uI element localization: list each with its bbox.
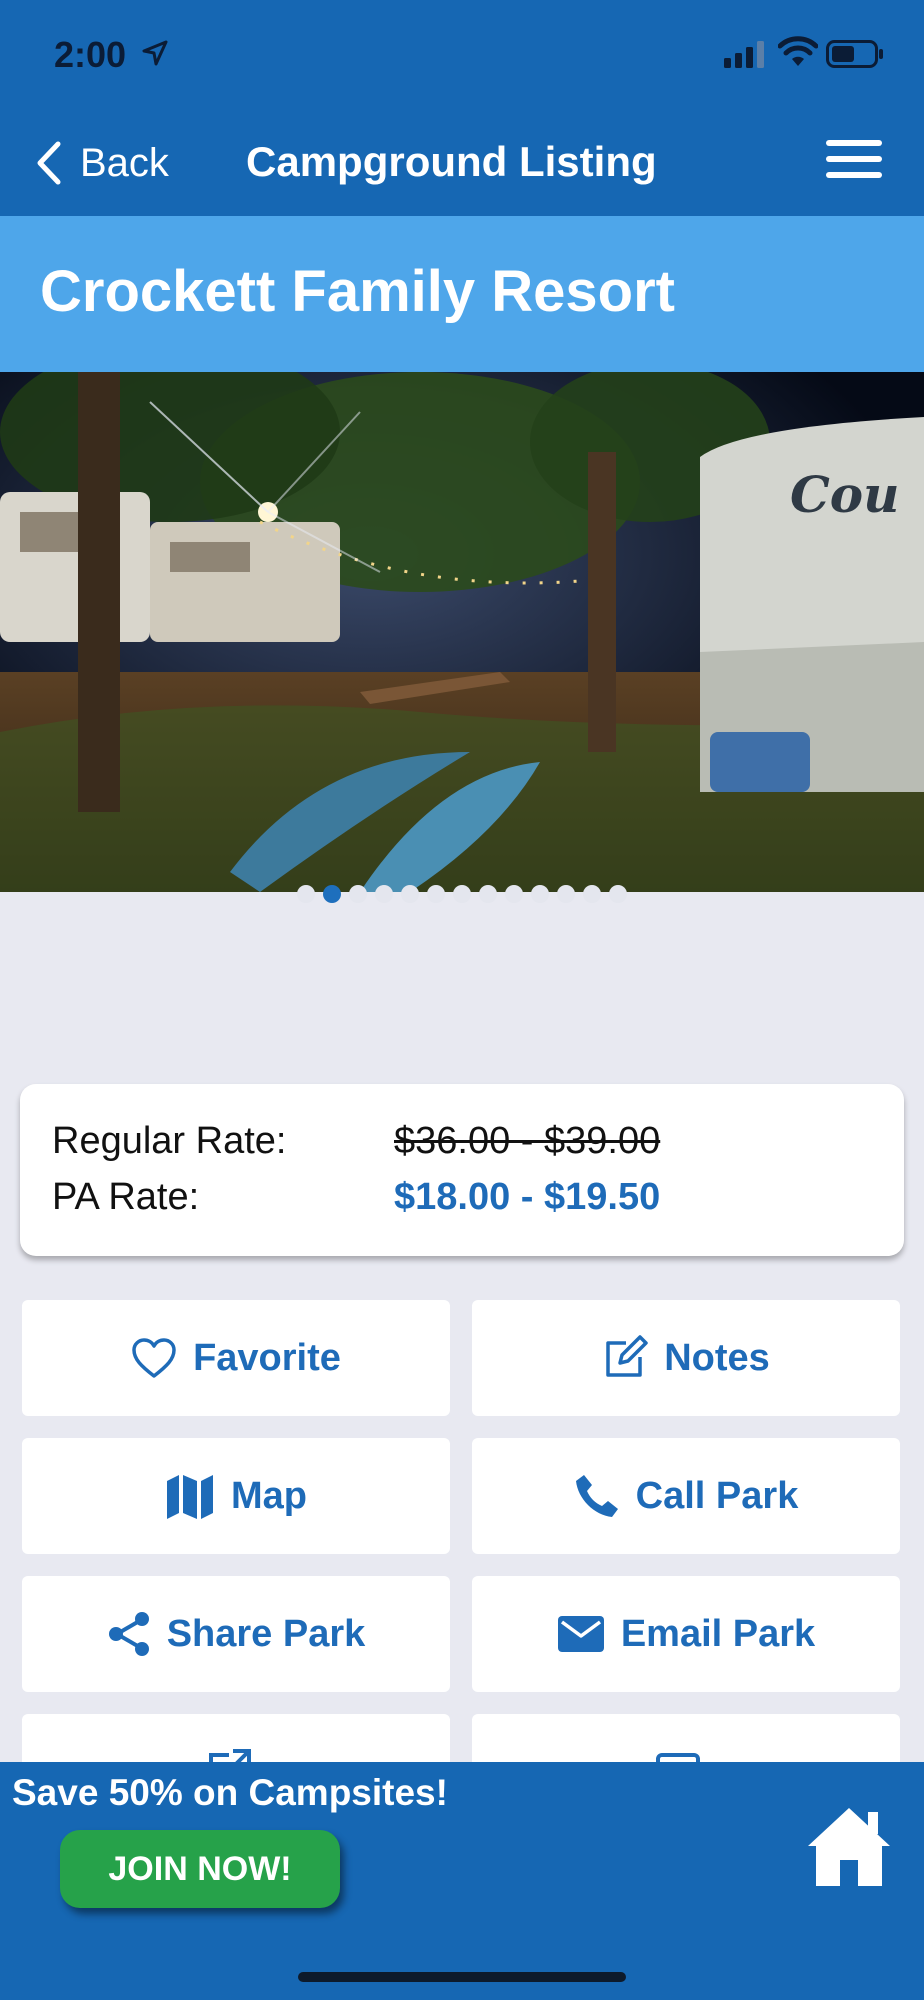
map-button[interactable]: Map — [22, 1438, 450, 1554]
map-label: Map — [231, 1474, 307, 1517]
share-park-label: Share Park — [166, 1612, 366, 1655]
park-header: Crockett Family Resort — [0, 216, 924, 372]
pa-rate-value: $18.00 - $19.50 — [394, 1176, 661, 1218]
menu-button[interactable] — [826, 140, 882, 186]
status-time: 2:00 — [54, 34, 127, 75]
rv-sign-text: Cou — [790, 465, 900, 524]
notes-label: Notes — [664, 1336, 770, 1379]
carousel-dot[interactable] — [427, 885, 445, 903]
carousel-dot[interactable] — [609, 885, 627, 903]
menu-icon — [826, 140, 882, 146]
call-park-label: Call Park — [635, 1474, 799, 1517]
favorite-label: Favorite — [193, 1336, 341, 1379]
bottom-promo-bar: Save 50% on Campsites! JOIN NOW! — [0, 1762, 924, 2000]
favorite-button[interactable]: Favorite — [22, 1300, 450, 1416]
email-park-button[interactable]: Email Park — [472, 1576, 900, 1692]
carousel-dot[interactable] — [453, 885, 471, 903]
location-arrow-icon — [142, 40, 168, 66]
wifi-icon — [778, 36, 818, 66]
regular-rate-label: Regular Rate: — [52, 1120, 287, 1162]
call-park-button[interactable]: Call Park — [472, 1438, 900, 1554]
carousel-dot[interactable] — [531, 885, 549, 903]
home-icon[interactable] — [804, 1802, 894, 1892]
pa-rate-label: PA Rate: — [52, 1176, 200, 1218]
notes-icon — [606, 1335, 648, 1377]
heart-icon — [132, 1338, 176, 1378]
regular-rate-value: $36.00 - $39.00 — [394, 1120, 661, 1162]
nav-bar: Back Campground Listing — [0, 110, 924, 216]
carousel-dot[interactable] — [479, 885, 497, 903]
back-button[interactable]: Back — [36, 136, 169, 190]
home-indicator — [298, 1972, 626, 1982]
carousel-dot[interactable] — [401, 885, 419, 903]
map-icon — [167, 1475, 213, 1519]
carousel-indicator[interactable] — [0, 882, 924, 906]
top-bar: 2:00 Back Campground Listing — [0, 0, 924, 216]
envelope-icon — [557, 1616, 604, 1652]
park-name: Crockett Family Resort — [40, 259, 675, 324]
notes-button[interactable]: Notes — [472, 1300, 900, 1416]
battery-icon — [826, 40, 883, 68]
cellular-signal-icon — [724, 41, 764, 68]
phone-icon — [575, 1475, 618, 1517]
join-now-button[interactable]: JOIN NOW! — [60, 1830, 340, 1908]
carousel-dot[interactable] — [375, 885, 393, 903]
carousel-dot[interactable] — [583, 885, 601, 903]
promo-text: Save 50% on Campsites! — [12, 1772, 448, 1813]
carousel-dot[interactable] — [505, 885, 523, 903]
share-park-button[interactable]: Share Park — [22, 1576, 450, 1692]
rate-card: Regular Rate: $36.00 - $39.00 PA Rate: $… — [20, 1084, 904, 1256]
back-label: Back — [80, 140, 169, 185]
carousel-dot[interactable] — [323, 885, 341, 903]
share-icon — [108, 1612, 149, 1656]
campground-photo[interactable]: Cou — [0, 372, 924, 892]
carousel-dot[interactable] — [349, 885, 367, 903]
carousel-dot[interactable] — [557, 885, 575, 903]
email-park-label: Email Park — [620, 1612, 816, 1655]
chevron-left-icon — [37, 141, 61, 185]
carousel-dot[interactable] — [297, 885, 315, 903]
page-title: Campground Listing — [246, 138, 657, 185]
status-bar: 2:00 — [0, 0, 924, 110]
